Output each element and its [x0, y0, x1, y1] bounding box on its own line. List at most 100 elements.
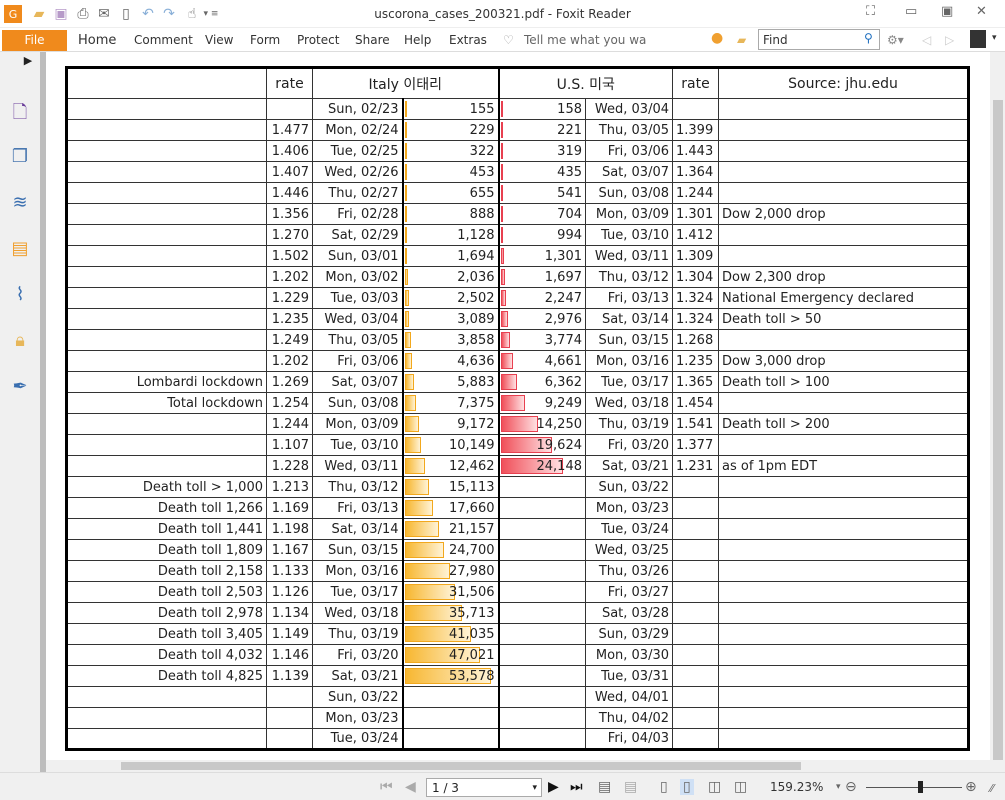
left-note: [66, 707, 267, 729]
us-cases: 2,976: [497, 308, 586, 330]
italy-rate: 1.270: [266, 224, 313, 246]
vertical-scroll-thumb[interactable]: [993, 100, 1003, 760]
continuous-view-icon[interactable]: ▯: [680, 779, 694, 795]
table-header-row: rate Italy 이태리 U.S. 미국 rate Source: jhu.…: [66, 67, 969, 99]
italy-data-bar: [404, 353, 412, 369]
search-icon[interactable]: ⚲: [864, 31, 873, 45]
table-row: 1.228 Wed, 03/11 12,462 24,148 Sat, 03/21 1.2…: [66, 455, 969, 477]
zoom-dropdown-icon[interactable]: ▾: [836, 782, 841, 792]
page-number-input[interactable]: 1 / 3 ▾: [426, 778, 542, 797]
avatar-dropdown-icon[interactable]: ▾: [992, 33, 997, 43]
expand-panel-icon[interactable]: ▶: [22, 54, 34, 78]
single-view-icon[interactable]: ▯: [660, 779, 668, 795]
find-input[interactable]: Find: [758, 29, 880, 50]
minimize-button[interactable]: ▭: [905, 4, 917, 19]
italy-date: Fri, 03/20: [312, 644, 403, 666]
italy-data-bar: [404, 122, 407, 138]
resize-grip-icon[interactable]: ⁄⁄: [990, 782, 994, 795]
gear-icon[interactable]: ⚙▾: [887, 33, 904, 47]
continuous-icon[interactable]: ▤: [624, 779, 637, 795]
attachment-icon[interactable]: ⌇: [8, 284, 32, 308]
italy-rate-text: 1.446: [271, 185, 309, 201]
zoom-level[interactable]: 159.23%: [770, 780, 823, 794]
maximize-button[interactable]: ▣: [941, 4, 953, 19]
tab-form[interactable]: Form: [250, 33, 280, 47]
tab-help[interactable]: Help: [404, 33, 431, 47]
us-date-text: Sun, 03/22: [598, 479, 669, 495]
vertical-scrollbar[interactable]: [990, 52, 1005, 760]
page-dropdown-icon[interactable]: ▾: [532, 783, 537, 793]
horizontal-scroll-thumb[interactable]: [121, 762, 801, 770]
last-page-icon[interactable]: ⏭: [570, 779, 583, 795]
italy-cases: 655: [401, 182, 499, 204]
us-data-bar: [500, 164, 503, 180]
us-cases: 4,661: [497, 350, 586, 372]
source-note: [718, 518, 969, 540]
tab-share[interactable]: Share: [355, 33, 390, 47]
table-row: Death toll 1,809 1.167 Sun, 03/15 24,700 Wed…: [66, 539, 969, 561]
next-icon[interactable]: ▷: [945, 33, 954, 47]
heart-icon[interactable]: ●: [711, 30, 723, 46]
us-date: Thu, 04/02: [585, 707, 673, 729]
left-note: Death toll 2,978: [66, 602, 267, 624]
left-note: [66, 434, 267, 456]
table-row: Death toll 1,266 1.169 Fri, 03/13 17,660 Mon…: [66, 497, 969, 519]
italy-cases-text: 655: [469, 185, 495, 201]
close-button[interactable]: ✕: [976, 4, 987, 19]
italy-rate: [266, 98, 313, 120]
italy-date-text: Thu, 02/27: [328, 185, 399, 201]
signature-icon[interactable]: ✒: [8, 376, 32, 400]
tab-view[interactable]: View: [205, 33, 233, 47]
avatar[interactable]: [970, 30, 986, 48]
tab-extras[interactable]: Extras: [449, 33, 487, 47]
us-rate-text: 1.364: [676, 164, 714, 180]
prev-icon[interactable]: ◁: [922, 33, 931, 47]
italy-cases: 1,128: [401, 224, 499, 246]
lock-icon[interactable]: 🔒︎: [8, 330, 32, 354]
horizontal-scrollbar[interactable]: [46, 760, 990, 772]
italy-cases: 1,694: [401, 245, 499, 267]
us-date: Sat, 03/21: [585, 455, 673, 477]
facing-view-icon[interactable]: ◫: [708, 779, 721, 795]
tell-me-input[interactable]: Tell me what you wa: [524, 33, 646, 47]
us-date: Tue, 03/17: [585, 371, 673, 393]
italy-data-bar: [404, 164, 407, 180]
left-note: Death toll 3,405: [66, 623, 267, 645]
italy-cases-text: 31,506: [449, 584, 495, 600]
italy-cases: 15,113: [401, 476, 499, 498]
us-date: Wed, 03/04: [585, 98, 673, 120]
cover-view-icon[interactable]: ◫: [734, 779, 747, 795]
us-rate: 1.235: [672, 350, 719, 372]
us-cases-text: 24,148: [536, 458, 583, 474]
tab-protect[interactable]: Protect: [297, 33, 339, 47]
left-note: Total lockdown: [66, 392, 267, 414]
previous-page-icon[interactable]: ◀: [405, 779, 416, 795]
us-rate-text: 1.324: [676, 311, 714, 327]
zoom-slider-handle[interactable]: [918, 781, 923, 793]
single-page-icon[interactable]: ▤: [598, 779, 611, 795]
zoom-in-icon[interactable]: ⊕: [965, 779, 977, 795]
italy-cases: 24,700: [401, 539, 499, 561]
tab-home[interactable]: Home: [78, 33, 116, 48]
us-cases: [497, 518, 586, 540]
file-menu[interactable]: File: [2, 30, 67, 51]
left-note: Death toll 2,158: [66, 560, 267, 582]
us-rate: 1.412: [672, 224, 719, 246]
zoom-out-icon[interactable]: ⊖: [845, 779, 857, 795]
comments-icon[interactable]: ▤: [8, 238, 32, 262]
layers-icon[interactable]: ≋: [8, 192, 32, 216]
first-page-icon[interactable]: ⏮: [380, 779, 393, 795]
pages-icon[interactable]: ❐: [8, 146, 32, 170]
window-title: uscorona_cases_200321.pdf - Foxit Reader: [374, 7, 631, 21]
zoom-slider[interactable]: [866, 781, 962, 793]
next-page-icon[interactable]: ▶: [548, 779, 559, 795]
bookmark-icon[interactable]: 🗋: [8, 100, 32, 124]
cases-table: rate Italy 이태리 U.S. 미국 rate Source: jhu.…: [65, 66, 970, 751]
italy-cases-text: 7,375: [457, 395, 495, 411]
page-number: 1 / 3: [432, 781, 459, 795]
folder-search-icon[interactable]: ▰: [737, 33, 746, 47]
table-row: Lombardi lockdown 1.269 Sat, 03/07 5,883 6,3…: [66, 371, 969, 393]
tab-comment[interactable]: Comment: [134, 33, 193, 47]
fullscreen-icon[interactable]: ⛶: [866, 4, 875, 19]
italy-rate: 1.244: [266, 413, 313, 435]
